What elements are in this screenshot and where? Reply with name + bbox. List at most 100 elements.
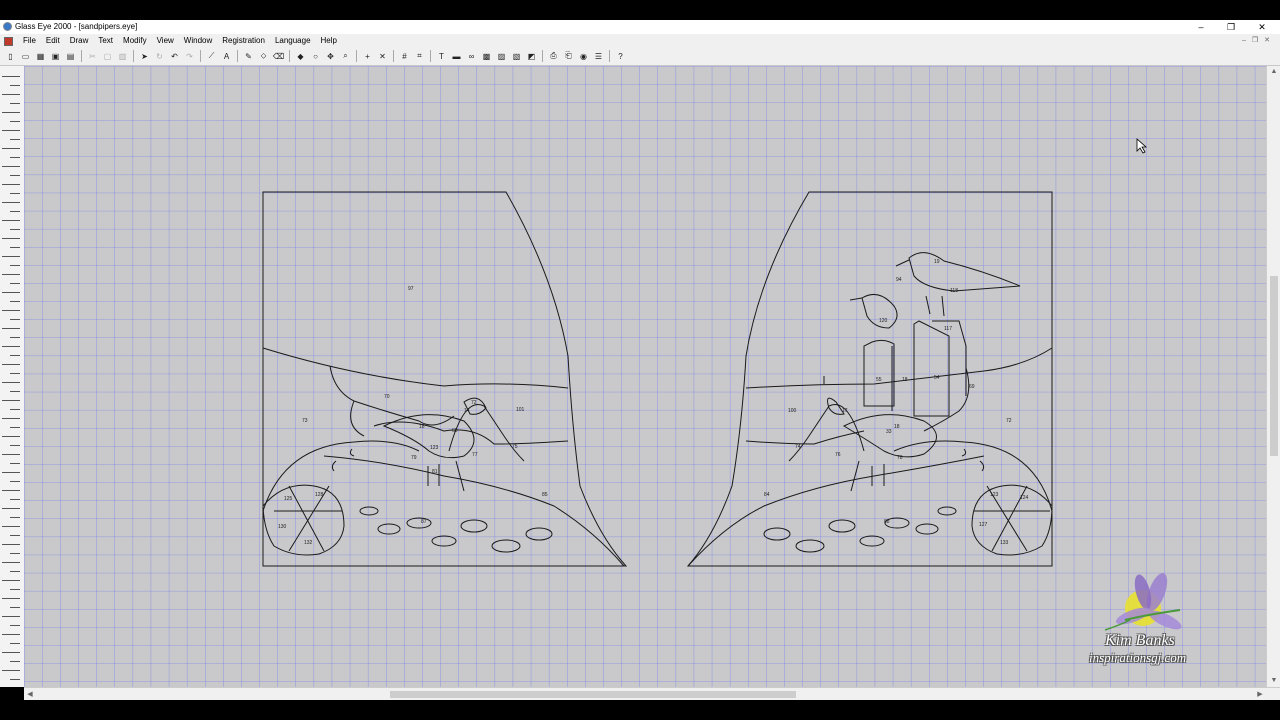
piece-number: 128 [315,492,324,498]
horizontal-scroll-thumb[interactable] [390,691,796,698]
text-tool-icon[interactable]: A [220,50,233,62]
break-icon[interactable]: ▬ [450,50,463,62]
color-icon[interactable]: ▧ [510,50,523,62]
x-icon[interactable]: ✕ [376,50,389,62]
grid-snap-icon[interactable]: # [398,50,411,62]
circle-icon[interactable]: ○ [309,50,322,62]
ruler-tick [10,193,20,194]
toolbar-separator [237,50,238,62]
ruler-tick [2,274,20,275]
menu-help[interactable]: Help [316,34,342,48]
piece-number: 130 [278,524,287,530]
ruler-tick [10,283,20,284]
document-icon[interactable] [4,37,13,46]
minimize-button[interactable]: – [1186,20,1216,34]
piece-number: 124 [1020,495,1029,501]
ruler-tick [2,310,20,311]
piece-number: 55 [876,377,882,383]
horizontal-scrollbar[interactable]: ◀ ▶ [24,687,1280,701]
piece-number: 120 [879,318,888,324]
menu-view[interactable]: View [152,34,179,48]
help-pointer-icon[interactable]: ? [614,50,627,62]
menu-draw[interactable]: Draw [65,34,94,48]
letterbox-top [0,0,1280,20]
ruler-tick [10,139,20,140]
ruler-tick [10,445,20,446]
piece-number: 14 [464,408,470,414]
piece-number: 123 [430,445,439,451]
piece-number: 79 [411,455,417,461]
cut-icon[interactable]: ✂ [86,50,99,62]
move-icon[interactable]: ✥ [324,50,337,62]
cross-icon[interactable]: + [361,50,374,62]
print-icon[interactable]: ⎙ [547,50,560,62]
texture-icon[interactable]: ▨ [495,50,508,62]
ruler-tick [10,409,20,410]
export-icon[interactable]: ◉ [577,50,590,62]
pointer-icon[interactable]: ➤ [138,50,151,62]
close-button[interactable]: ✕ [1247,20,1277,34]
grid-toggle-icon[interactable]: ⌗ [413,50,426,62]
ruler-tick [2,634,20,635]
piece-number: 77 [472,452,478,458]
menu-modify[interactable]: Modify [118,34,152,48]
pencil-icon[interactable]: ✎ [242,50,255,62]
piece-number: 88 [884,519,890,525]
undo-icon[interactable]: ↶ [168,50,181,62]
menu-text[interactable]: Text [93,34,118,48]
ruler-tick [2,364,20,365]
piece-number: 72 [1006,418,1012,424]
ruler-tick [2,382,20,383]
mdi-controls[interactable]: –❐✕ [1242,34,1276,48]
ruler-tick [2,454,20,455]
dragonfly-icon [1104,573,1182,631]
node-icon[interactable]: ◆ [294,50,307,62]
fill-icon[interactable]: ⬦ [257,50,270,62]
pattern-canvas[interactable]: 97 70 73 72 68 18 14 101 75 77 79 123 81… [24,66,1266,687]
menu-edit[interactable]: Edit [41,34,65,48]
scroll-down-icon[interactable]: ▼ [1267,675,1280,687]
restore-button[interactable]: ❐ [1216,20,1246,34]
vertical-scroll-thumb[interactable] [1270,276,1278,456]
piece-number: 132 [304,540,313,546]
zoom-icon[interactable]: ⌕ [339,50,352,62]
open-icon[interactable]: ▭ [19,50,32,62]
menu-registration[interactable]: Registration [217,34,270,48]
ruler-tick [10,319,20,320]
ruler-tick [2,436,20,437]
link-icon[interactable]: ∞ [465,50,478,62]
save-as-icon[interactable]: ▤ [64,50,77,62]
piece-number: 54 [934,375,940,381]
menu-language[interactable]: Language [270,34,316,48]
pattern-icon[interactable]: ▩ [480,50,493,62]
ruler-tick [2,238,20,239]
ruler-tick [10,553,20,554]
vertical-scrollbar[interactable]: ▲ ▼ [1266,66,1280,687]
preview-icon[interactable]: ⎗ [562,50,575,62]
rotate-icon[interactable]: ↻ [153,50,166,62]
redo-icon[interactable]: ↷ [183,50,196,62]
menu-window[interactable]: Window [179,34,217,48]
save-icon[interactable]: ▣ [49,50,62,62]
scroll-up-icon[interactable]: ▲ [1267,66,1280,78]
ruler-tick [2,580,20,581]
toolbar-separator [609,50,610,62]
toolbar-separator [356,50,357,62]
ruler-tick [2,256,20,257]
render-icon[interactable]: ◩ [525,50,538,62]
ruler-tick [10,427,20,428]
ruler-tick [10,391,20,392]
copy-icon[interactable]: ▢ [101,50,114,62]
menu-file[interactable]: File [18,34,41,48]
align-icon[interactable]: T [435,50,448,62]
ruler-tick [10,211,20,212]
grid-icon[interactable]: ▦ [34,50,47,62]
paste-icon[interactable]: ▥ [116,50,129,62]
line-icon[interactable]: ⟋ [205,50,218,62]
ruler-tick [2,670,20,671]
piece-number: 81 [432,469,438,475]
cut-list-icon[interactable]: ☰ [592,50,605,62]
new-icon[interactable]: ▯ [4,50,17,62]
piece-number: 73 [302,418,308,424]
eraser-icon[interactable]: ⌫ [272,50,285,62]
